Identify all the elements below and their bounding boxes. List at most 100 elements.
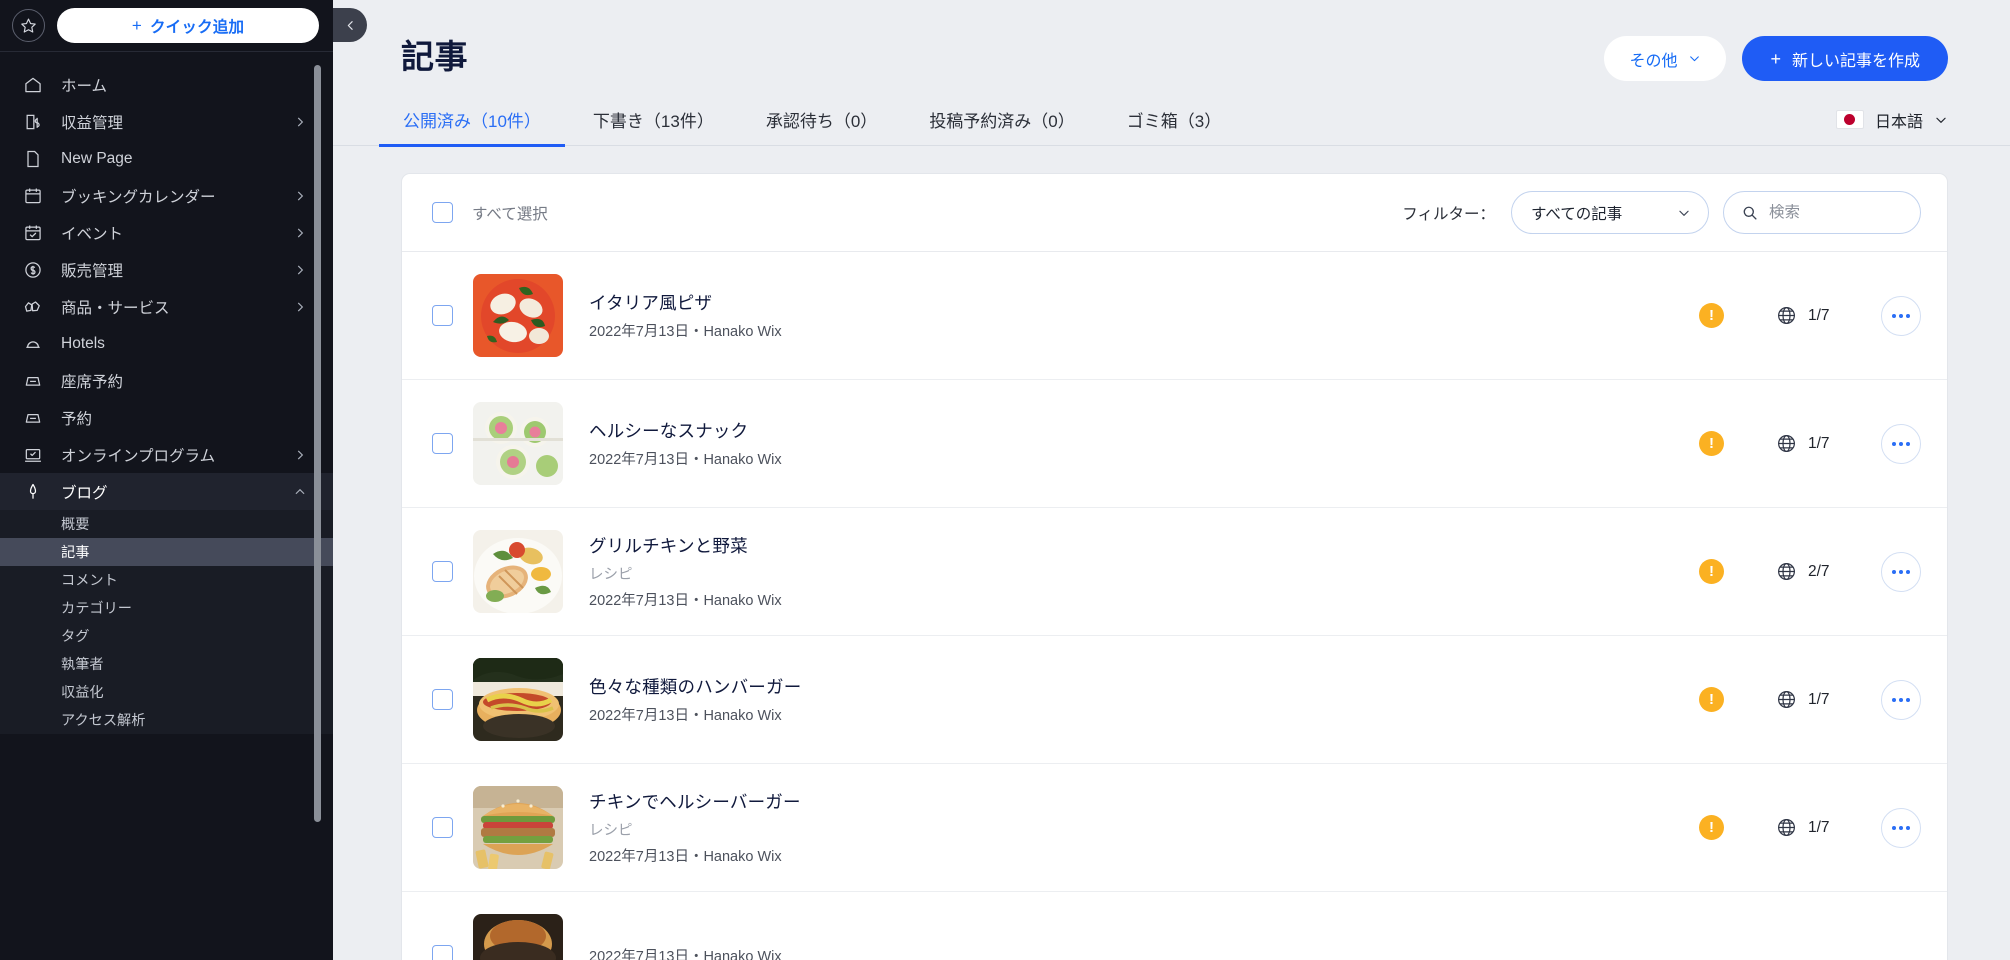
- chevron-up-icon: [295, 488, 305, 494]
- warning-icon[interactable]: !: [1699, 687, 1724, 712]
- sidebar-item-reservations[interactable]: 予約: [0, 399, 333, 436]
- tab-label: 公開済み（10件）: [403, 112, 541, 131]
- language-selector[interactable]: 日本語: [1835, 108, 1948, 132]
- translations-count: 1/7: [1808, 818, 1830, 836]
- warning-icon[interactable]: !: [1699, 303, 1724, 328]
- select-all-checkbox[interactable]: [432, 202, 453, 223]
- sidebar-item-label: 商品・サービス: [61, 299, 170, 317]
- tab-drafts[interactable]: 下書き（13件）: [591, 94, 716, 146]
- sidebar-subitem-analytics[interactable]: アクセス解析: [0, 706, 333, 734]
- sidebar-subitem-label: 収益化: [61, 685, 104, 701]
- row-checkbox[interactable]: [432, 689, 453, 710]
- post-title: グリルチキンと野菜: [589, 536, 748, 556]
- sidebar-scrollbar-track[interactable]: [314, 57, 321, 955]
- row-checkbox[interactable]: [432, 561, 453, 582]
- tabs: 公開済み（10件） 下書き（13件） 承認待ち（0） 投稿予約済み（0） ゴミ箱…: [379, 94, 1271, 147]
- sidebar-item-label: 予約: [61, 410, 93, 428]
- sidebar-item-online-programs[interactable]: オンラインプログラム: [0, 436, 333, 473]
- sidebar-item-seating[interactable]: 座席予約: [0, 362, 333, 399]
- chevron-down-icon: [1679, 210, 1689, 216]
- sidebar-item-new-page[interactable]: New Page: [0, 140, 333, 177]
- row-more-button[interactable]: [1881, 423, 1921, 464]
- sidebar-item-label: 収益管理: [61, 114, 124, 132]
- create-post-button[interactable]: + 新しい記事を作成: [1742, 36, 1948, 81]
- search-box[interactable]: [1723, 191, 1921, 234]
- chevron-right-icon: [297, 265, 304, 274]
- table-row[interactable]: チキンでヘルシーバーガー レシピ 2022年7月13日・Hanako Wix !…: [402, 764, 1947, 892]
- table-row[interactable]: イタリア風ピザ 2022年7月13日・Hanako Wix ! 1/7: [402, 252, 1947, 380]
- row-checkbox[interactable]: [432, 433, 453, 454]
- sidebar-subitem-writers[interactable]: 執筆者: [0, 650, 333, 678]
- post-info: グリルチキンと野菜 レシピ 2022年7月13日・Hanako Wix: [589, 533, 1699, 610]
- sidebar-item-booking-calendar[interactable]: ブッキングカレンダー: [0, 177, 333, 214]
- filter-dropdown[interactable]: すべての記事: [1511, 191, 1709, 234]
- translations-indicator[interactable]: 1/7: [1776, 817, 1881, 838]
- row-checkbox[interactable]: [432, 305, 453, 326]
- sidebar-subitem-tags[interactable]: タグ: [0, 622, 333, 650]
- post-info: チキンでヘルシーバーガー レシピ 2022年7月13日・Hanako Wix: [589, 789, 1699, 866]
- toolbar-right: フィルター： すべての記事: [1402, 191, 1921, 234]
- tab-pending-approval[interactable]: 承認待ち（0）: [764, 94, 879, 146]
- seat-icon: [22, 370, 44, 392]
- search-input[interactable]: [1769, 203, 1903, 222]
- star-outline-icon[interactable]: [12, 9, 45, 42]
- table-row[interactable]: グリルチキンと野菜 レシピ 2022年7月13日・Hanako Wix ! 2/…: [402, 508, 1947, 636]
- sidebar-item-products[interactable]: 商品・サービス: [0, 288, 333, 325]
- sidebar-subitem-label: 記事: [61, 545, 90, 561]
- sidebar-item-blog[interactable]: ブログ: [0, 473, 333, 510]
- sidebar-subitem-categories[interactable]: カテゴリー: [0, 594, 333, 622]
- sidebar-item-sales[interactable]: 販売管理: [0, 251, 333, 288]
- warning-icon[interactable]: !: [1699, 559, 1724, 584]
- sidebar-subitem-overview[interactable]: 概要: [0, 510, 333, 538]
- globe-icon: [1778, 563, 1795, 580]
- translations-count: 1/7: [1808, 434, 1830, 452]
- sidebar-scrollbar-thumb[interactable]: [314, 65, 321, 822]
- sidebar-subitem-comments[interactable]: コメント: [0, 566, 333, 594]
- quick-add-button[interactable]: + クイック追加: [57, 8, 319, 43]
- tab-trash[interactable]: ゴミ箱（3）: [1125, 94, 1223, 146]
- sidebar-item-label: イベント: [61, 225, 124, 243]
- sidebar-item-finance[interactable]: 収益管理: [0, 103, 333, 140]
- row-more-button[interactable]: [1881, 807, 1921, 848]
- row-checkbox[interactable]: [432, 945, 453, 960]
- post-thumbnail: [473, 786, 563, 869]
- table-row[interactable]: 2022年7月13日・Hanako Wix: [402, 892, 1947, 960]
- sidebar-item-label: 販売管理: [61, 262, 124, 280]
- table-row[interactable]: ヘルシーなスナック 2022年7月13日・Hanako Wix ! 1/7: [402, 380, 1947, 508]
- main-content: 記事 その他 + 新しい記事を作成 公開済み（10件） 下書き（13件） 承認待…: [333, 0, 2010, 960]
- row-more-button[interactable]: [1881, 679, 1921, 720]
- page-icon: [22, 148, 44, 170]
- tabs-row: 公開済み（10件） 下書き（13件） 承認待ち（0） 投稿予約済み（0） ゴミ箱…: [333, 94, 2010, 147]
- translations-indicator[interactable]: 1/7: [1776, 689, 1881, 710]
- tab-label: ゴミ箱（3）: [1126, 112, 1222, 131]
- row-more-button[interactable]: [1881, 551, 1921, 592]
- tab-published[interactable]: 公開済み（10件）: [379, 94, 565, 147]
- sidebar-item-hotels[interactable]: Hotels: [0, 325, 333, 362]
- sidebar-item-label: Hotels: [61, 334, 105, 352]
- sidebar-subitem-label: アクセス解析: [61, 713, 146, 729]
- chevron-right-icon: [297, 191, 304, 200]
- warning-icon[interactable]: !: [1699, 815, 1724, 840]
- row-checkbox[interactable]: [432, 817, 453, 838]
- more-options-button[interactable]: その他: [1604, 36, 1727, 81]
- translations-indicator[interactable]: 1/7: [1776, 305, 1881, 326]
- sidebar-collapse-button[interactable]: [333, 8, 367, 42]
- row-more-button[interactable]: [1881, 295, 1921, 336]
- sidebar-item-events[interactable]: イベント: [0, 214, 333, 251]
- post-title: ヘルシーなスナック: [589, 421, 749, 441]
- translations-indicator[interactable]: 1/7: [1776, 433, 1881, 454]
- tab-scheduled[interactable]: 投稿予約済み（0）: [927, 94, 1076, 146]
- posts-card: すべて選択 フィルター： すべての記事 検索 イタリア風ピザ 2022年7月13…: [401, 173, 1948, 960]
- chevron-right-icon: [297, 450, 304, 459]
- calendar-icon: [22, 185, 44, 207]
- sidebar-item-home[interactable]: ホーム: [0, 66, 333, 103]
- post-category: レシピ: [589, 567, 633, 583]
- sidebar-subitem-monetization[interactable]: 収益化: [0, 678, 333, 706]
- translations-indicator[interactable]: 2/7: [1776, 561, 1881, 582]
- select-all-label: すべて選択: [472, 205, 548, 223]
- post-meta: 2022年7月13日・Hanako Wix: [589, 708, 782, 724]
- warning-icon[interactable]: !: [1699, 431, 1724, 456]
- table-row[interactable]: 色々な種類のハンバーガー 2022年7月13日・Hanako Wix ! 1/7: [402, 636, 1947, 764]
- sidebar-subitem-posts[interactable]: 記事: [0, 538, 333, 566]
- pen-nib-icon: [22, 481, 44, 503]
